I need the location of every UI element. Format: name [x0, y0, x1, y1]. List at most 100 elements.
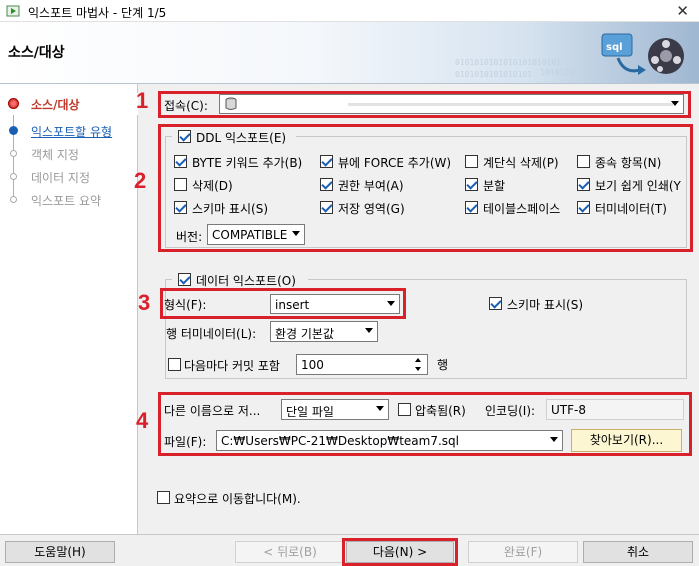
- file-path-value: C:₩Users₩PC-21₩Desktop₩team7.sql: [221, 434, 459, 448]
- checkbox[interactable]: [174, 155, 187, 168]
- ddl-option-label: 테이블스페이스: [483, 202, 561, 216]
- connection-select[interactable]: [219, 94, 684, 114]
- encoding-field[interactable]: UTF-8: [546, 399, 684, 420]
- window-title: 익스포트 마법사 - 단계 1/5: [28, 6, 167, 20]
- header-binary-text: 1010101: [540, 68, 574, 77]
- step-person-icon: [9, 126, 18, 135]
- version-label: 버전:: [176, 230, 203, 244]
- checkbox[interactable]: [320, 201, 333, 214]
- ddl-option-label: 삭제(D): [192, 179, 233, 193]
- step-label: 소스/대상: [31, 98, 80, 112]
- wizard-steps-sidebar: 소스/대상 익스포트할 유형 객체 지정 데이터 지정 익스포트 요약: [0, 84, 138, 534]
- annotation-number-2: 2: [134, 168, 147, 193]
- commit-count-spinner[interactable]: 100: [296, 354, 428, 375]
- ddl-export-label: DDL 익스포트(E): [196, 131, 287, 145]
- show-schema-checkbox[interactable]: [489, 297, 502, 310]
- page-title: 소스/대상: [8, 45, 65, 61]
- checkbox[interactable]: [577, 201, 590, 214]
- data-export-checkbox[interactable]: [178, 273, 191, 286]
- checkbox[interactable]: [320, 178, 333, 191]
- chevron-down-icon: [671, 101, 679, 106]
- checkbox[interactable]: [465, 178, 478, 191]
- compress-checkbox[interactable]: [398, 403, 411, 416]
- chevron-down-icon: [550, 437, 558, 442]
- database-icon: [225, 97, 237, 110]
- commit-checkbox[interactable]: [168, 358, 181, 371]
- go-to-summary-label: 요약으로 이동합니다(M).: [174, 492, 301, 506]
- connection-label: 접속(C):: [164, 99, 208, 113]
- browse-button[interactable]: 찾아보기(R)...: [571, 429, 682, 452]
- ddl-option-label: 스키마 표시(S): [192, 202, 268, 216]
- chevron-down-icon: [365, 328, 373, 333]
- title-bar: 익스포트 마법사 - 단계 1/5 ✕: [0, 0, 699, 22]
- ddl-option-label: 터미네이터(T): [595, 202, 667, 216]
- spinner-up-icon[interactable]: [415, 358, 421, 362]
- commit-label: 다음마다 커밋 포함: [184, 359, 280, 373]
- step-label: 객체 지정: [31, 148, 79, 162]
- ddl-option-label: 분할: [483, 179, 506, 193]
- commit-count-value: 100: [301, 358, 324, 372]
- checkbox[interactable]: [577, 178, 590, 191]
- step-label: 데이터 지정: [31, 171, 91, 185]
- encoding-label: 인코딩(I):: [485, 404, 536, 418]
- version-value: COMPATIBLE: [212, 228, 288, 242]
- cancel-button[interactable]: 취소: [583, 541, 693, 563]
- step-pending-icon: [10, 173, 17, 180]
- step-specify-data: 데이터 지정: [0, 166, 138, 188]
- spinner-down-icon[interactable]: [415, 367, 421, 371]
- step-export-types[interactable]: 익스포트할 유형: [0, 120, 138, 142]
- checkbox[interactable]: [320, 155, 333, 168]
- chevron-down-icon: [376, 406, 384, 411]
- ddl-option-label: 보기 쉽게 인쇄(Y: [595, 179, 681, 193]
- save-as-value: 단일 파일: [286, 405, 334, 419]
- show-schema-label: 스키마 표시(S): [507, 298, 583, 312]
- ddl-option[interactable]: 보기 쉽게 인쇄(Y: [577, 176, 687, 194]
- checkbox[interactable]: [577, 155, 590, 168]
- help-button[interactable]: 도움말(H): [5, 541, 115, 563]
- row-terminator-select[interactable]: 환경 기본값: [270, 321, 378, 342]
- ddl-option-label: 권한 부여(A): [338, 179, 404, 193]
- row-terminator-value: 환경 기본값: [275, 327, 335, 341]
- annotation-number-1: 1: [136, 88, 149, 113]
- compress-label: 압축됨(R): [415, 404, 466, 418]
- data-export-label: 데이터 익스포트(O): [196, 274, 296, 288]
- ddl-options-grid: BYTE 키워드 추가(B) 뷰에 FORCE 추가(W) 계단식 삭제(P) …: [172, 152, 692, 222]
- checkbox[interactable]: [174, 178, 187, 191]
- step-pending-icon: [10, 196, 17, 203]
- row-terminator-label: 행 터미네이터(L):: [166, 327, 257, 341]
- ddl-export-checkbox[interactable]: [178, 130, 191, 143]
- ddl-option-label: 종속 항목(N): [595, 156, 662, 170]
- step-export-summary: 익스포트 요약: [0, 189, 138, 211]
- app-icon: [6, 5, 20, 17]
- annotation-number-4: 4: [136, 408, 149, 433]
- close-icon[interactable]: ✕: [676, 2, 689, 20]
- checkbox[interactable]: [465, 201, 478, 214]
- go-to-summary-checkbox[interactable]: [157, 491, 170, 504]
- ddl-option-label: 뷰에 FORCE 추가(W): [338, 156, 452, 170]
- finish-button[interactable]: 완료(F): [468, 541, 578, 563]
- step-active-icon: [8, 98, 19, 109]
- checkbox[interactable]: [465, 155, 478, 168]
- format-value: insert: [275, 298, 310, 312]
- back-button[interactable]: < 뒤로(B): [235, 541, 345, 563]
- step-label: 익스포트 요약: [31, 194, 102, 208]
- save-as-select[interactable]: 단일 파일: [281, 399, 389, 420]
- checkbox[interactable]: [174, 201, 187, 214]
- encoding-value: UTF-8: [551, 403, 586, 417]
- format-select[interactable]: insert: [270, 294, 400, 314]
- wizard-header: 소스/대상 0101010101010101010101 1010101 010…: [0, 22, 699, 84]
- header-binary-text: 0101010101010101: [455, 70, 533, 79]
- file-path-select[interactable]: C:₩Users₩PC-21₩Desktop₩team7.sql: [216, 430, 563, 451]
- ddl-option-label: 저장 영역(G): [338, 202, 405, 216]
- version-select[interactable]: COMPATIBLE: [207, 224, 305, 245]
- step-source-target[interactable]: 소스/대상: [0, 93, 138, 115]
- annotation-number-3: 3: [138, 290, 151, 315]
- ddl-option-label: BYTE 키워드 추가(B): [192, 156, 303, 170]
- svg-text:sql: sql: [606, 42, 623, 53]
- next-button[interactable]: 다음(N) >: [346, 541, 454, 563]
- save-as-label: 다른 이름으로 저...: [164, 404, 261, 418]
- connection-redacted-bar: [348, 103, 673, 106]
- data-export-header: 데이터 익스포트(O): [172, 271, 308, 289]
- step-label: 익스포트할 유형: [31, 125, 113, 139]
- commit-unit-label: 행: [437, 358, 449, 372]
